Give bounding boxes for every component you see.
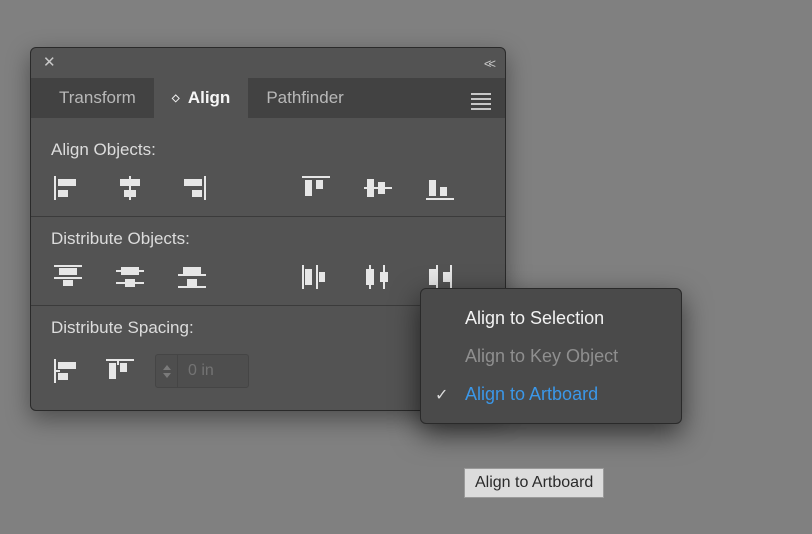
- tab-label: Pathfinder: [266, 88, 344, 108]
- horizontal-distribute-left-icon[interactable]: [299, 263, 333, 291]
- align-to-menu: Align to Selection Align to Key Object ✓…: [420, 288, 682, 424]
- horizontal-distribute-space-icon[interactable]: [103, 357, 137, 385]
- tab-label: Transform: [59, 88, 136, 108]
- vertical-distribute-top-icon[interactable]: [51, 263, 85, 291]
- vertical-align-bottom-icon[interactable]: [423, 174, 457, 202]
- horizontal-align-left-icon[interactable]: [51, 174, 85, 202]
- tab-pathfinder[interactable]: Pathfinder: [248, 78, 362, 118]
- check-icon: ✓: [435, 385, 448, 405]
- tab-transform[interactable]: Transform: [41, 78, 154, 118]
- panel-menu-icon[interactable]: [471, 90, 491, 113]
- panel-header: ✕ <<: [31, 48, 505, 78]
- vertical-distribute-bottom-icon[interactable]: [175, 263, 209, 291]
- horizontal-align-right-icon[interactable]: [175, 174, 209, 202]
- vertical-distribute-space-icon[interactable]: [51, 357, 85, 385]
- tooltip: Align to Artboard: [464, 468, 604, 498]
- spacing-field[interactable]: [155, 354, 249, 388]
- menu-item-align-to-artboard[interactable]: ✓ Align to Artboard: [421, 375, 681, 413]
- separator: [31, 216, 505, 217]
- align-objects-label: Align Objects:: [51, 140, 485, 160]
- menu-item-label: Align to Artboard: [465, 384, 598, 405]
- menu-item-label: Align to Key Object: [465, 346, 618, 367]
- spacing-input[interactable]: [178, 362, 248, 380]
- vertical-distribute-center-icon[interactable]: [113, 263, 147, 291]
- vertical-align-top-icon[interactable]: [299, 174, 333, 202]
- menu-item-align-to-key-object: Align to Key Object: [421, 337, 681, 375]
- stepper-icon[interactable]: [156, 355, 178, 387]
- diamond-icon: [172, 93, 182, 104]
- horizontal-align-center-icon[interactable]: [113, 174, 147, 202]
- menu-item-label: Align to Selection: [465, 308, 604, 329]
- distribute-objects-label: Distribute Objects:: [51, 229, 485, 249]
- close-icon[interactable]: ✕: [43, 55, 56, 70]
- menu-item-align-to-selection[interactable]: Align to Selection: [421, 299, 681, 337]
- tab-bar: Transform Align Pathfinder: [31, 78, 505, 118]
- tab-align[interactable]: Align: [154, 78, 249, 118]
- tooltip-text: Align to Artboard: [475, 474, 593, 491]
- tab-label: Align: [188, 88, 231, 108]
- vertical-align-center-icon[interactable]: [361, 174, 395, 202]
- align-objects-row: [51, 174, 485, 202]
- horizontal-distribute-center-icon[interactable]: [361, 263, 395, 291]
- collapse-icon[interactable]: <<: [484, 56, 493, 71]
- horizontal-distribute-right-icon[interactable]: [423, 263, 457, 291]
- distribute-objects-row: [51, 263, 485, 291]
